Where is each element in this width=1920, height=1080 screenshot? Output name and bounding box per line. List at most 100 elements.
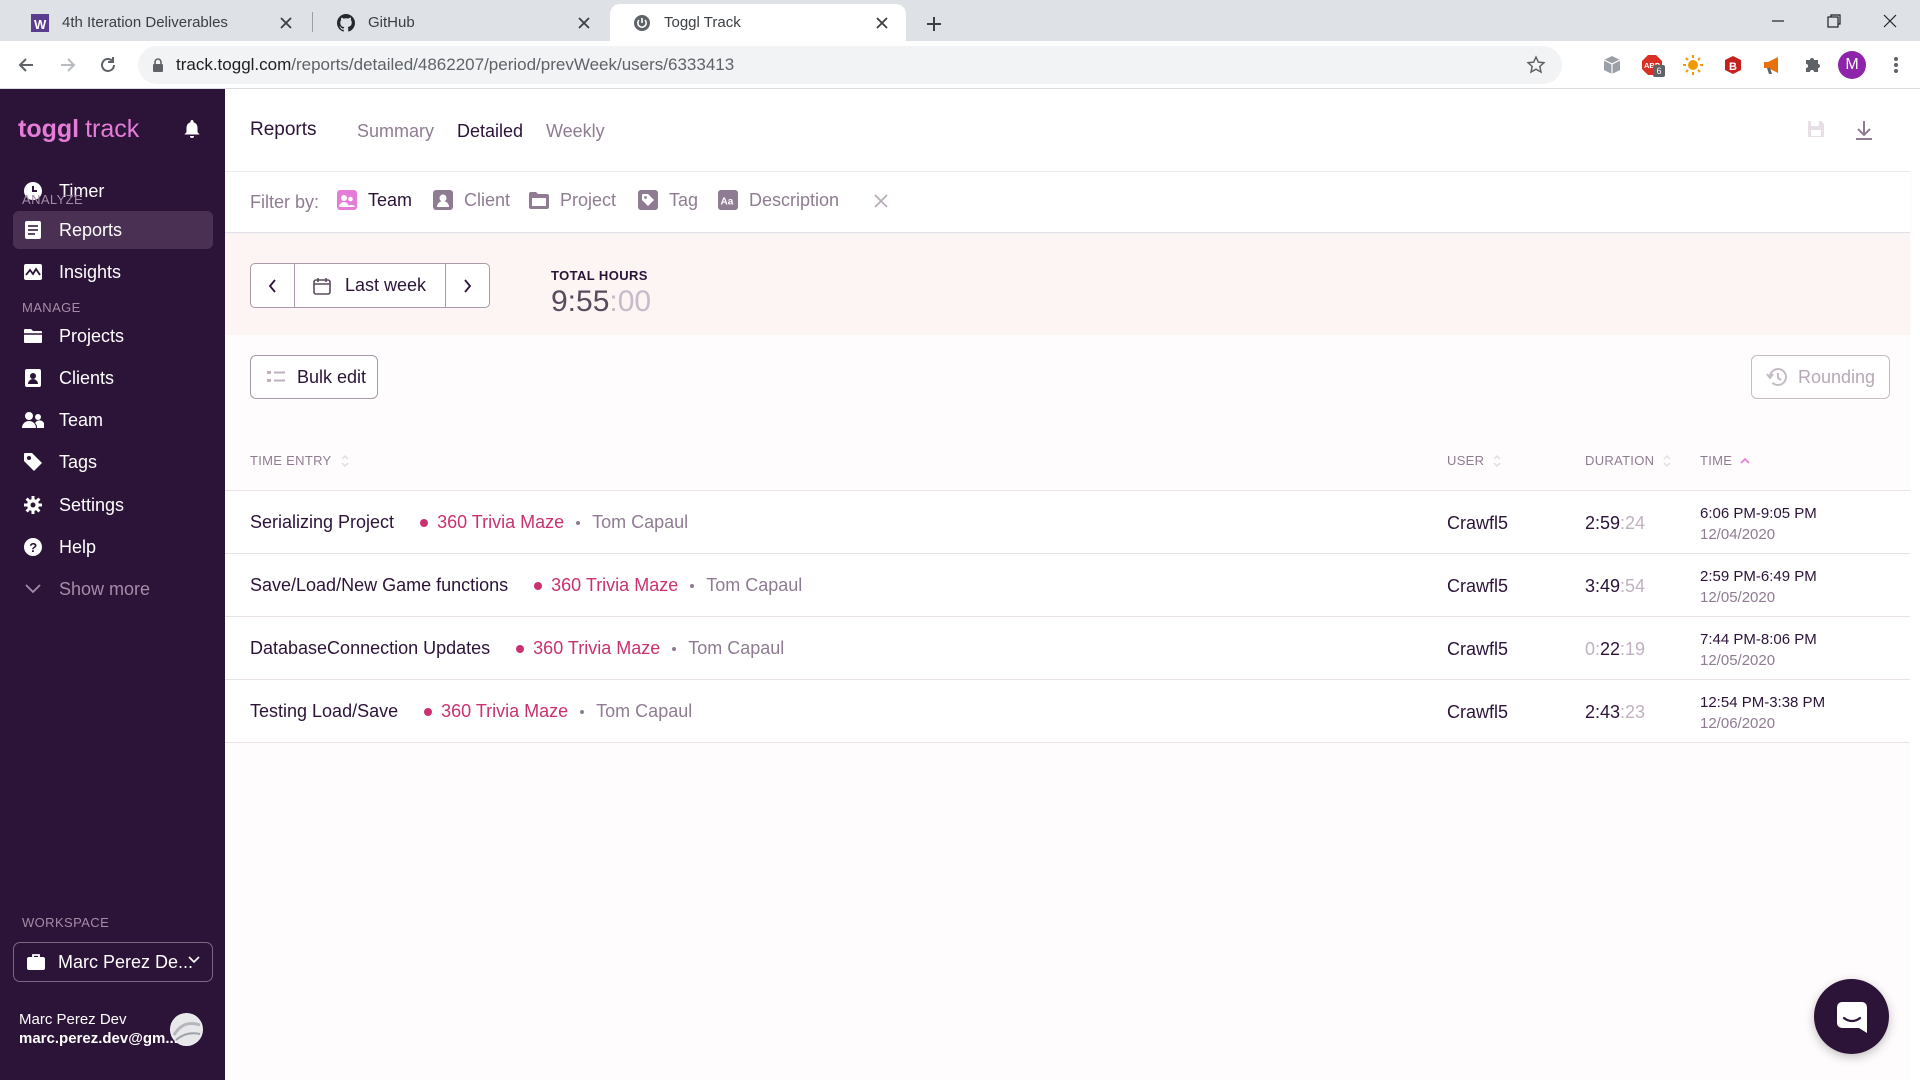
chat-launcher-button[interactable] (1814, 979, 1889, 1054)
table-row[interactable]: Serializing Project 360 Trivia Maze Tom … (225, 491, 1910, 554)
sidebar-item-tags[interactable]: Tags (13, 443, 213, 481)
entry-time: 12:54 PM-3:38 PM 12/06/2020 (1700, 692, 1825, 734)
sidebar-item-projects[interactable]: Projects (13, 317, 213, 355)
table-row[interactable]: Testing Load/Save 360 Trivia Maze Tom Ca… (225, 680, 1910, 743)
avatar[interactable] (170, 1013, 203, 1046)
column-duration[interactable]: DURATION (1585, 453, 1672, 468)
table-row[interactable]: Save/Load/New Game functions 360 Trivia … (225, 554, 1910, 617)
browser-tab-toggl[interactable]: Toggl Track (610, 4, 906, 41)
entry-cell: Testing Load/Save 360 Trivia Maze Tom Ca… (250, 701, 692, 722)
user-email[interactable]: marc.perez.dev@gm... (19, 1030, 178, 1047)
entry-description[interactable]: Serializing Project (250, 512, 394, 533)
address-bar[interactable]: track.toggl.com/reports/detailed/4862207… (138, 46, 1562, 84)
entry-description[interactable]: Save/Load/New Game functions (250, 575, 508, 596)
forward-button[interactable] (52, 49, 84, 81)
sidebar-item-label: Insights (59, 261, 122, 282)
entry-time: 6:06 PM-9:05 PM 12/04/2020 (1700, 503, 1817, 545)
column-time[interactable]: TIME (1700, 453, 1750, 468)
profile-avatar[interactable]: M (1838, 51, 1866, 79)
sidebar-item-label: Reports (59, 219, 123, 240)
restore-button[interactable] (1808, 0, 1860, 41)
section-heading-workspace: WORKSPACE (22, 915, 109, 930)
close-icon[interactable] (872, 13, 892, 33)
report-header: Reports Summary Detailed Weekly (225, 89, 1910, 172)
filter-client[interactable]: Client (432, 189, 510, 211)
analyze-heading: ANALYZE (22, 192, 84, 207)
workspace-selector[interactable]: Marc Perez De... (13, 942, 213, 982)
save-icon[interactable] (1806, 119, 1826, 139)
bell-icon[interactable] (183, 119, 201, 139)
window-close-button[interactable] (1864, 0, 1916, 41)
entry-project[interactable]: 360 Trivia Maze (551, 575, 678, 596)
user-name[interactable]: Marc Perez Dev (19, 1011, 127, 1028)
megaphone-extension-icon[interactable] (1761, 53, 1785, 77)
entry-description[interactable]: Testing Load/Save (250, 701, 398, 722)
puzzle-extension-icon[interactable] (1801, 53, 1825, 77)
entry-cell: Save/Load/New Game functions 360 Trivia … (250, 575, 802, 596)
bookmark-star-icon[interactable] (1526, 55, 1546, 75)
toggl-logo[interactable]: toggl track (18, 115, 139, 144)
extension-badge: 6 (1653, 65, 1665, 77)
bulk-edit-button[interactable]: Bulk edit (250, 355, 378, 399)
entry-user: Crawfl5 (1447, 576, 1509, 596)
close-icon[interactable] (574, 13, 594, 33)
new-tab-button[interactable] (918, 8, 950, 40)
scrollbar[interactable] (1910, 89, 1920, 1080)
team-icon (22, 409, 44, 431)
entry-client: Tom Capaul (592, 512, 689, 532)
minimize-button[interactable] (1752, 0, 1804, 41)
duration-seconds: :19 (1620, 639, 1646, 659)
table-row[interactable]: DatabaseConnection Updates 360 Trivia Ma… (225, 617, 1910, 680)
entry-duration: 2:59:24 (1585, 513, 1645, 534)
close-icon[interactable] (276, 13, 296, 33)
previous-period-button[interactable] (250, 263, 295, 308)
adblock-extension-icon[interactable]: ABP 6 (1640, 53, 1665, 77)
sun-extension-icon[interactable] (1681, 53, 1705, 77)
rounding-button[interactable]: Rounding (1751, 355, 1890, 399)
show-more-button[interactable]: Show more (13, 570, 213, 608)
sidebar-item-settings[interactable]: Settings (13, 486, 213, 524)
entry-project[interactable]: 360 Trivia Maze (437, 512, 564, 533)
entry-project[interactable]: 360 Trivia Maze (533, 638, 660, 659)
wiki-icon: W (30, 13, 50, 33)
separator-dot (672, 646, 677, 651)
sidebar-item-reports[interactable]: Reports (13, 211, 213, 249)
cube-extension-icon[interactable] (1600, 53, 1624, 77)
filter-bar: Filter by: Team Client Project Tag Aa De… (225, 172, 1910, 233)
url-text: track.toggl.com/reports/detailed/4862207… (176, 55, 734, 75)
reload-button[interactable] (92, 49, 124, 81)
tab-weekly[interactable]: Weekly (546, 121, 605, 142)
entry-project[interactable]: 360 Trivia Maze (441, 701, 568, 722)
sidebar-item-insights[interactable]: Insights (13, 253, 213, 291)
total-hours-label: TOTAL HOURS (551, 268, 648, 283)
download-icon[interactable] (1854, 119, 1874, 141)
duration-main: 2:59 (1585, 513, 1621, 533)
period-selector[interactable]: Last week (295, 263, 445, 308)
kebab-menu-icon[interactable] (1884, 53, 1908, 77)
filter-project[interactable]: Project (528, 189, 616, 211)
filter-description[interactable]: Aa Description (717, 189, 839, 211)
sidebar-item-team[interactable]: Team (13, 401, 213, 439)
b-extension-icon[interactable]: B (1721, 53, 1745, 77)
browser-tab-wiki[interactable]: W 4th Iteration Deliverables (8, 4, 310, 41)
filter-tag[interactable]: Tag (637, 189, 698, 211)
next-period-button[interactable] (445, 263, 490, 308)
svg-text:?: ? (29, 540, 37, 555)
time-range: 2:59 PM-6:49 PM (1700, 568, 1817, 585)
url-path: /reports/detailed/4862207/period/prevWee… (291, 55, 735, 74)
tab-title: Toggl Track (664, 14, 741, 31)
filter-team[interactable]: Team (336, 189, 412, 211)
clear-filters-icon[interactable] (874, 194, 888, 208)
tab-summary[interactable]: Summary (357, 121, 434, 142)
sidebar-item-help[interactable]: ? Help (13, 528, 213, 566)
column-time-entry[interactable]: TIME ENTRY (250, 453, 350, 468)
entry-description[interactable]: DatabaseConnection Updates (250, 638, 490, 659)
browser-tab-github[interactable]: GitHub (314, 4, 608, 41)
entry-cell: Serializing Project 360 Trivia Maze Tom … (250, 512, 688, 533)
tab-detailed[interactable]: Detailed (457, 121, 523, 142)
back-button[interactable] (10, 49, 42, 81)
sidebar-item-clients[interactable]: Clients (13, 359, 213, 397)
calendar-icon (313, 277, 331, 295)
entry-cell: DatabaseConnection Updates 360 Trivia Ma… (250, 638, 784, 659)
column-user[interactable]: USER (1447, 453, 1502, 468)
